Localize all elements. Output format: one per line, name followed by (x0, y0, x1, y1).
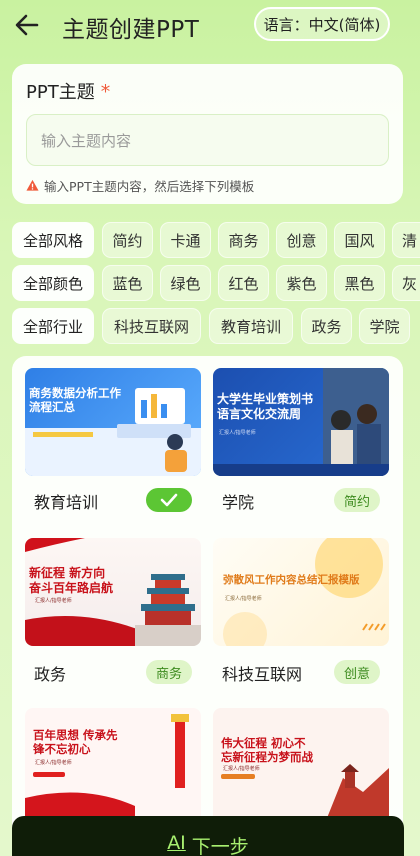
thumbnail-title: 商务数据分析工作 流程汇总 (29, 386, 121, 415)
thumbnail-illustration (223, 538, 386, 646)
template-name: 科技互联网 (222, 665, 303, 684)
thumbnail-title: 大学生毕业策划书 语言文化交流周 (217, 392, 314, 421)
back-arrow-icon[interactable] (12, 10, 42, 40)
top-bar: 主题创建PPT 语言：中文(简体) (0, 0, 420, 56)
language-selector[interactable]: 语言：中文(简体) (254, 7, 390, 41)
template-gallery: 商务数据分析工作 流程汇总 教育培训 大学生毕业策划书 语言文化交流周 汇报人/… (12, 356, 403, 856)
thumbnail-illustration (25, 388, 201, 476)
filter-color-option[interactable]: 紫色 (276, 265, 327, 301)
warning-icon (26, 179, 39, 191)
thumbnail-subtitle: 汇报人/指导老师 (35, 760, 72, 766)
thumbnail-title: 新征程 新方向 奋斗百年路启航 (29, 566, 114, 595)
industry-filter-row: 全部行业 科技互联网 教育培训 政务 学院 (0, 308, 420, 344)
filter-industry-option[interactable]: 政务 (301, 308, 352, 344)
selected-check-badge[interactable] (146, 488, 192, 512)
template-thumbnail[interactable]: 百年思想 传承先 锋不忘初心 汇报人/指导老师 (25, 708, 201, 828)
filter-style-option[interactable]: 商务 (218, 222, 269, 258)
template-thumbnail[interactable]: 弥散风工作内容总结汇报模版 汇报人/指导老师 (213, 538, 389, 646)
filter-industry-option[interactable]: 学院 (359, 308, 410, 344)
filter-style-option[interactable]: 国风 (334, 222, 385, 258)
thumbnail-title: 伟大征程 初心不 忘新征程为梦而战 (221, 736, 313, 765)
checkmark-icon (160, 493, 178, 507)
filter-style-option[interactable]: 卡通 (160, 222, 211, 258)
template-name: 教育培训 (34, 493, 99, 512)
required-mark: * (100, 81, 111, 103)
topic-card: PPT主题 * 输入主题内容 输入PPT主题内容，然后选择下列模板 (12, 64, 403, 204)
template-thumbnail[interactable]: 伟大征程 初心不 忘新征程为梦而战 汇报人/指导老师 (213, 708, 389, 828)
filter-style-option[interactable]: 简约 (102, 222, 153, 258)
thumbnail-title: 弥散风工作内容总结汇报模版 (223, 574, 360, 586)
page-title: 主题创建PPT (62, 17, 200, 43)
template-style-tag: 创意 (334, 660, 380, 684)
filter-industry-option[interactable]: 教育培训 (209, 308, 293, 344)
topic-input[interactable]: 输入主题内容 (26, 114, 389, 166)
filter-style-option[interactable]: 清 (392, 222, 420, 258)
topic-input-placeholder: 输入主题内容 (41, 131, 132, 150)
filter-color-option[interactable]: 蓝色 (102, 265, 153, 301)
filter-style-option[interactable]: 创意 (276, 222, 327, 258)
thumbnail-illustration (25, 714, 189, 828)
template-thumbnail[interactable]: 新征程 新方向 奋斗百年路启航 汇报人/指导老师 (25, 538, 201, 646)
template-name: 政务 (34, 665, 67, 684)
filter-all-industries[interactable]: 全部行业 (12, 308, 94, 344)
ai-mark: AI (167, 832, 186, 854)
thumbnail-subtitle: 汇报人/指导老师 (225, 596, 262, 602)
thumbnail-illustration (213, 368, 389, 476)
thumbnail-subtitle: 汇报人/指导老师 (223, 766, 260, 772)
template-thumbnail[interactable]: 商务数据分析工作 流程汇总 (25, 368, 201, 476)
color-filter-row: 全部颜色 蓝色 绿色 红色 紫色 黑色 灰 (0, 265, 420, 301)
filter-color-option[interactable]: 绿色 (160, 265, 211, 301)
style-filter-row: 全部风格 简约 卡通 商务 创意 国风 清 (0, 222, 420, 258)
filter-color-option[interactable]: 黑色 (334, 265, 385, 301)
template-thumbnail[interactable]: 大学生毕业策划书 语言文化交流周 汇报人/指导老师 (213, 368, 389, 476)
template-style-tag: 商务 (146, 660, 192, 684)
topic-label: PPT主题 * (26, 78, 110, 104)
thumbnail-subtitle: 汇报人/指导老师 (219, 430, 256, 436)
filter-all-styles[interactable]: 全部风格 (12, 222, 94, 258)
template-name: 学院 (222, 493, 255, 512)
filter-color-option[interactable]: 红色 (218, 265, 269, 301)
template-style-tag: 简约 (334, 488, 380, 512)
thumbnail-subtitle: 汇报人/指导老师 (35, 598, 72, 604)
filter-all-colors[interactable]: 全部颜色 (12, 265, 94, 301)
hint-row: 输入PPT主题内容，然后选择下列模板 (26, 176, 254, 195)
hint-text: 输入PPT主题内容，然后选择下列模板 (44, 179, 255, 194)
topic-label-text: PPT主题 (26, 82, 95, 103)
filter-color-option[interactable]: 灰 (392, 265, 420, 301)
filter-industry-option[interactable]: 科技互联网 (102, 308, 201, 344)
next-step-label: 下一步 (191, 836, 249, 856)
next-step-button[interactable]: AI 下一步 (12, 816, 404, 856)
thumbnail-title: 百年思想 传承先 锋不忘初心 (33, 728, 118, 757)
